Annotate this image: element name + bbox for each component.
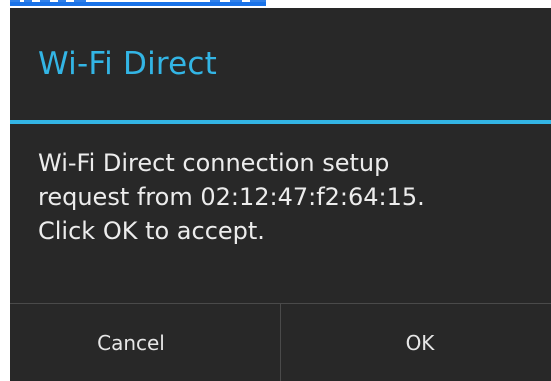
dialog-title: Wi-Fi Direct — [38, 46, 218, 82]
ok-button[interactable]: OK — [281, 304, 551, 381]
screenshot-stage: Wi-Fi Direct Wi-Fi Direct connection set… — [0, 0, 551, 381]
message-line-2: request from 02:12:47:f2:64:15. — [38, 183, 425, 211]
cancel-button-label: Cancel — [97, 331, 165, 355]
message-line-3: Click OK to accept. — [38, 217, 265, 245]
dialog-button-bar: Cancel OK — [10, 303, 551, 381]
cancel-button[interactable]: Cancel — [10, 304, 281, 381]
ok-button-label: OK — [405, 331, 435, 355]
dialog-header: Wi-Fi Direct — [10, 8, 551, 120]
partial-link-text[interactable] — [10, 0, 266, 6]
dialog-message: Wi-Fi Direct connection setup request fr… — [38, 146, 538, 248]
link-underline — [10, 2, 266, 6]
message-line-1: Wi-Fi Direct connection setup — [38, 149, 390, 177]
wifi-direct-dialog: Wi-Fi Direct Wi-Fi Direct connection set… — [10, 8, 551, 381]
title-divider — [10, 120, 551, 124]
